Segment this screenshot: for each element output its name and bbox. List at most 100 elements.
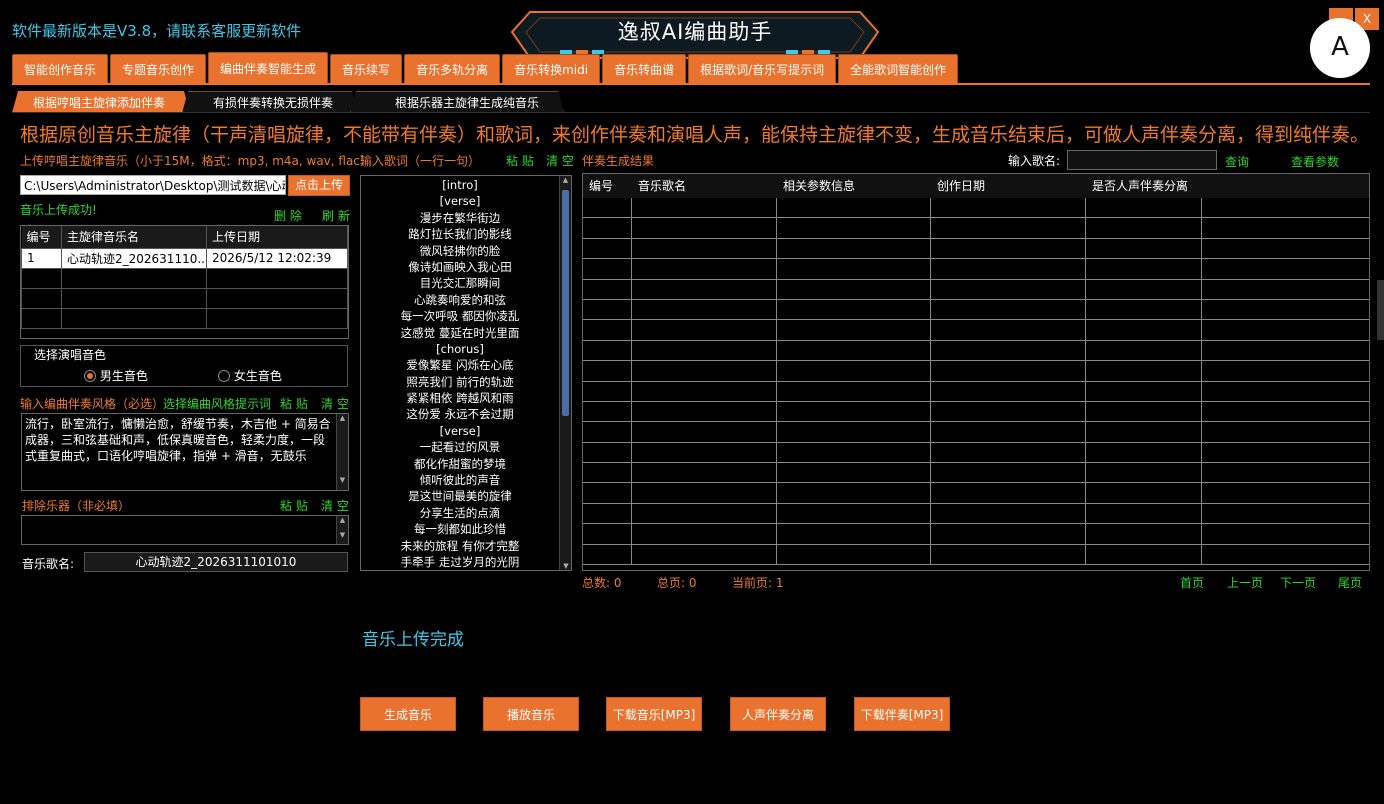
table-row[interactable] [583,483,1369,504]
lyrics-scrollbar[interactable]: ▲ ▼ [559,176,571,570]
lyric-line: 都化作甜蜜的梦境 [414,456,506,471]
table-cell [1202,300,1362,319]
scroll-up-icon[interactable]: ▲ [337,414,348,422]
table-row[interactable] [583,524,1369,545]
search-name-input[interactable] [1067,150,1217,170]
table-row[interactable] [583,320,1369,341]
table-row[interactable] [21,307,348,329]
download-accompaniment-button[interactable]: 下载伴奏[MP3] [854,697,950,731]
table-cell [931,279,1086,299]
subtab-hum-accompany[interactable]: 根据哼唱主旋律添加伴奏 [12,91,190,113]
style-textarea[interactable]: 流行，卧室流行，慵懒治愈，舒缓节奏，木吉他 + 简易合成器，三和弦基础和声，低保… [21,413,349,491]
table-cell [777,218,931,238]
tab-topic-music[interactable]: 专题音乐创作 [110,54,207,83]
exclude-clear-link[interactable]: 清 空 [321,497,349,514]
download-music-button[interactable]: 下载音乐[MP3] [606,697,702,731]
scroll-up-icon[interactable]: ▲ [560,176,571,184]
subtab-lossless[interactable]: 有损伴奏转换无损伴奏 [182,91,358,113]
table-row[interactable] [583,259,1369,280]
table-row[interactable] [583,463,1369,484]
exclude-scrollbar[interactable]: ▲ ▼ [336,516,348,544]
total-pages: 总页: 0 [657,576,697,590]
table-cell [931,320,1086,340]
table-cell [632,442,777,463]
table-row[interactable] [583,381,1369,402]
delete-link[interactable]: 删 除 [274,207,302,224]
table-row[interactable] [583,238,1369,260]
scroll-down-icon[interactable]: ▼ [337,476,348,484]
scroll-down-icon[interactable]: ▼ [560,562,572,570]
tab-smart-create[interactable]: 智能创作音乐 [12,54,109,83]
col-header-date: 创作日期 [937,179,986,193]
subtab-instrument[interactable]: 根据乐器主旋律生成纯音乐 [350,91,564,113]
table-row[interactable] [583,218,1369,239]
table-row[interactable] [583,299,1369,321]
lyrics-textarea[interactable]: [intro] [verse] 漫步在繁华街边 路灯拉长我们的影线 微风轻拂你的脸 像诗如… [360,175,572,571]
scroll-down-icon[interactable]: ▼ [337,531,348,539]
table-cell [1086,238,1202,259]
table-row[interactable] [583,340,1369,362]
style-hint-link[interactable]: 选择编曲风格提示词 [163,395,271,412]
style-scrollbar[interactable]: ▲ ▼ [336,414,348,490]
table-row[interactable] [583,361,1369,382]
exclude-input[interactable] [21,515,349,545]
status-message: 音乐上传完成 [362,630,464,650]
style-clear-link[interactable]: 清 空 [321,395,349,412]
lyric-line: 像诗如画映入我心田 [408,259,512,274]
table-cell [1202,545,1362,564]
refresh-link[interactable]: 刷 新 [322,207,350,224]
cell-id: 1 [21,247,62,269]
table-cell [777,483,931,503]
last-page-link[interactable]: 尾页 [1338,574,1362,591]
tab-accompaniment[interactable]: 编曲伴奏智能生成 [208,52,329,83]
table-row[interactable] [583,279,1369,300]
table-cell [777,544,931,565]
exclude-paste-link[interactable]: 粘 贴 [280,497,308,514]
view-params-link[interactable]: 查看参数 [1291,153,1339,170]
scroll-thumb[interactable] [562,190,569,416]
male-voice-radio[interactable]: 男生音色 [84,367,148,384]
voice-group-title: 选择演唱音色 [30,346,111,363]
table-cell [583,340,632,361]
table-row[interactable] [21,287,348,309]
table-row[interactable] [583,503,1369,525]
query-link[interactable]: 查询 [1225,153,1249,170]
separate-vocals-button[interactable]: 人声伴奏分离 [730,697,826,731]
table-cell [931,483,1086,503]
table-row[interactable] [21,267,348,289]
lyric-line: [verse] [439,194,481,209]
female-voice-radio[interactable]: 女生音色 [218,367,282,384]
table-cell [1086,218,1202,238]
table-cell [1202,422,1362,441]
lyrics-clear-link[interactable]: 清 空 [546,152,574,169]
upload-button[interactable]: 点击上传 [288,175,350,196]
tab-continue[interactable]: 音乐续写 [330,54,403,83]
accessibility-icon[interactable]: A [1310,18,1370,78]
tab-multitrack[interactable]: 音乐多轨分离 [404,54,501,83]
generate-music-button[interactable]: 生成音乐 [360,697,456,731]
tab-lyrics-create[interactable]: 全能歌词智能创作 [838,54,959,83]
style-paste-link[interactable]: 粘 贴 [280,395,308,412]
scroll-up-icon[interactable]: ▲ [337,516,348,524]
table-row[interactable]: 1 心动轨迹2_202631110... 2026/5/12 12:02:39 [21,247,348,269]
table-row[interactable] [583,422,1369,443]
table-cell [1086,483,1202,503]
play-music-button[interactable]: 播放音乐 [483,697,579,731]
table-row[interactable] [583,544,1369,566]
lyrics-paste-link[interactable]: 粘 贴 [506,152,534,169]
subtab-divider [12,112,1370,113]
table-cell [931,503,1086,524]
tab-to-score[interactable]: 音乐转曲谱 [602,54,687,83]
tab-to-midi[interactable]: 音乐转换midi [502,54,601,83]
file-path-input[interactable]: C:\Users\Administrator\Desktop\测试数据\心动轨迹… [20,175,286,195]
song-name-input[interactable]: 心动轨迹2_2026311101010 [84,552,348,572]
table-row[interactable] [583,198,1369,219]
table-cell [777,442,931,463]
tab-prompt-writer[interactable]: 根据歌词/音乐写提示词 [688,54,837,83]
table-cell [777,463,931,483]
prev-page-link[interactable]: 上一页 [1227,574,1263,591]
next-page-link[interactable]: 下一页 [1280,574,1316,591]
first-page-link[interactable]: 首页 [1180,574,1204,591]
table-row[interactable] [583,401,1369,423]
table-row[interactable] [583,442,1369,464]
